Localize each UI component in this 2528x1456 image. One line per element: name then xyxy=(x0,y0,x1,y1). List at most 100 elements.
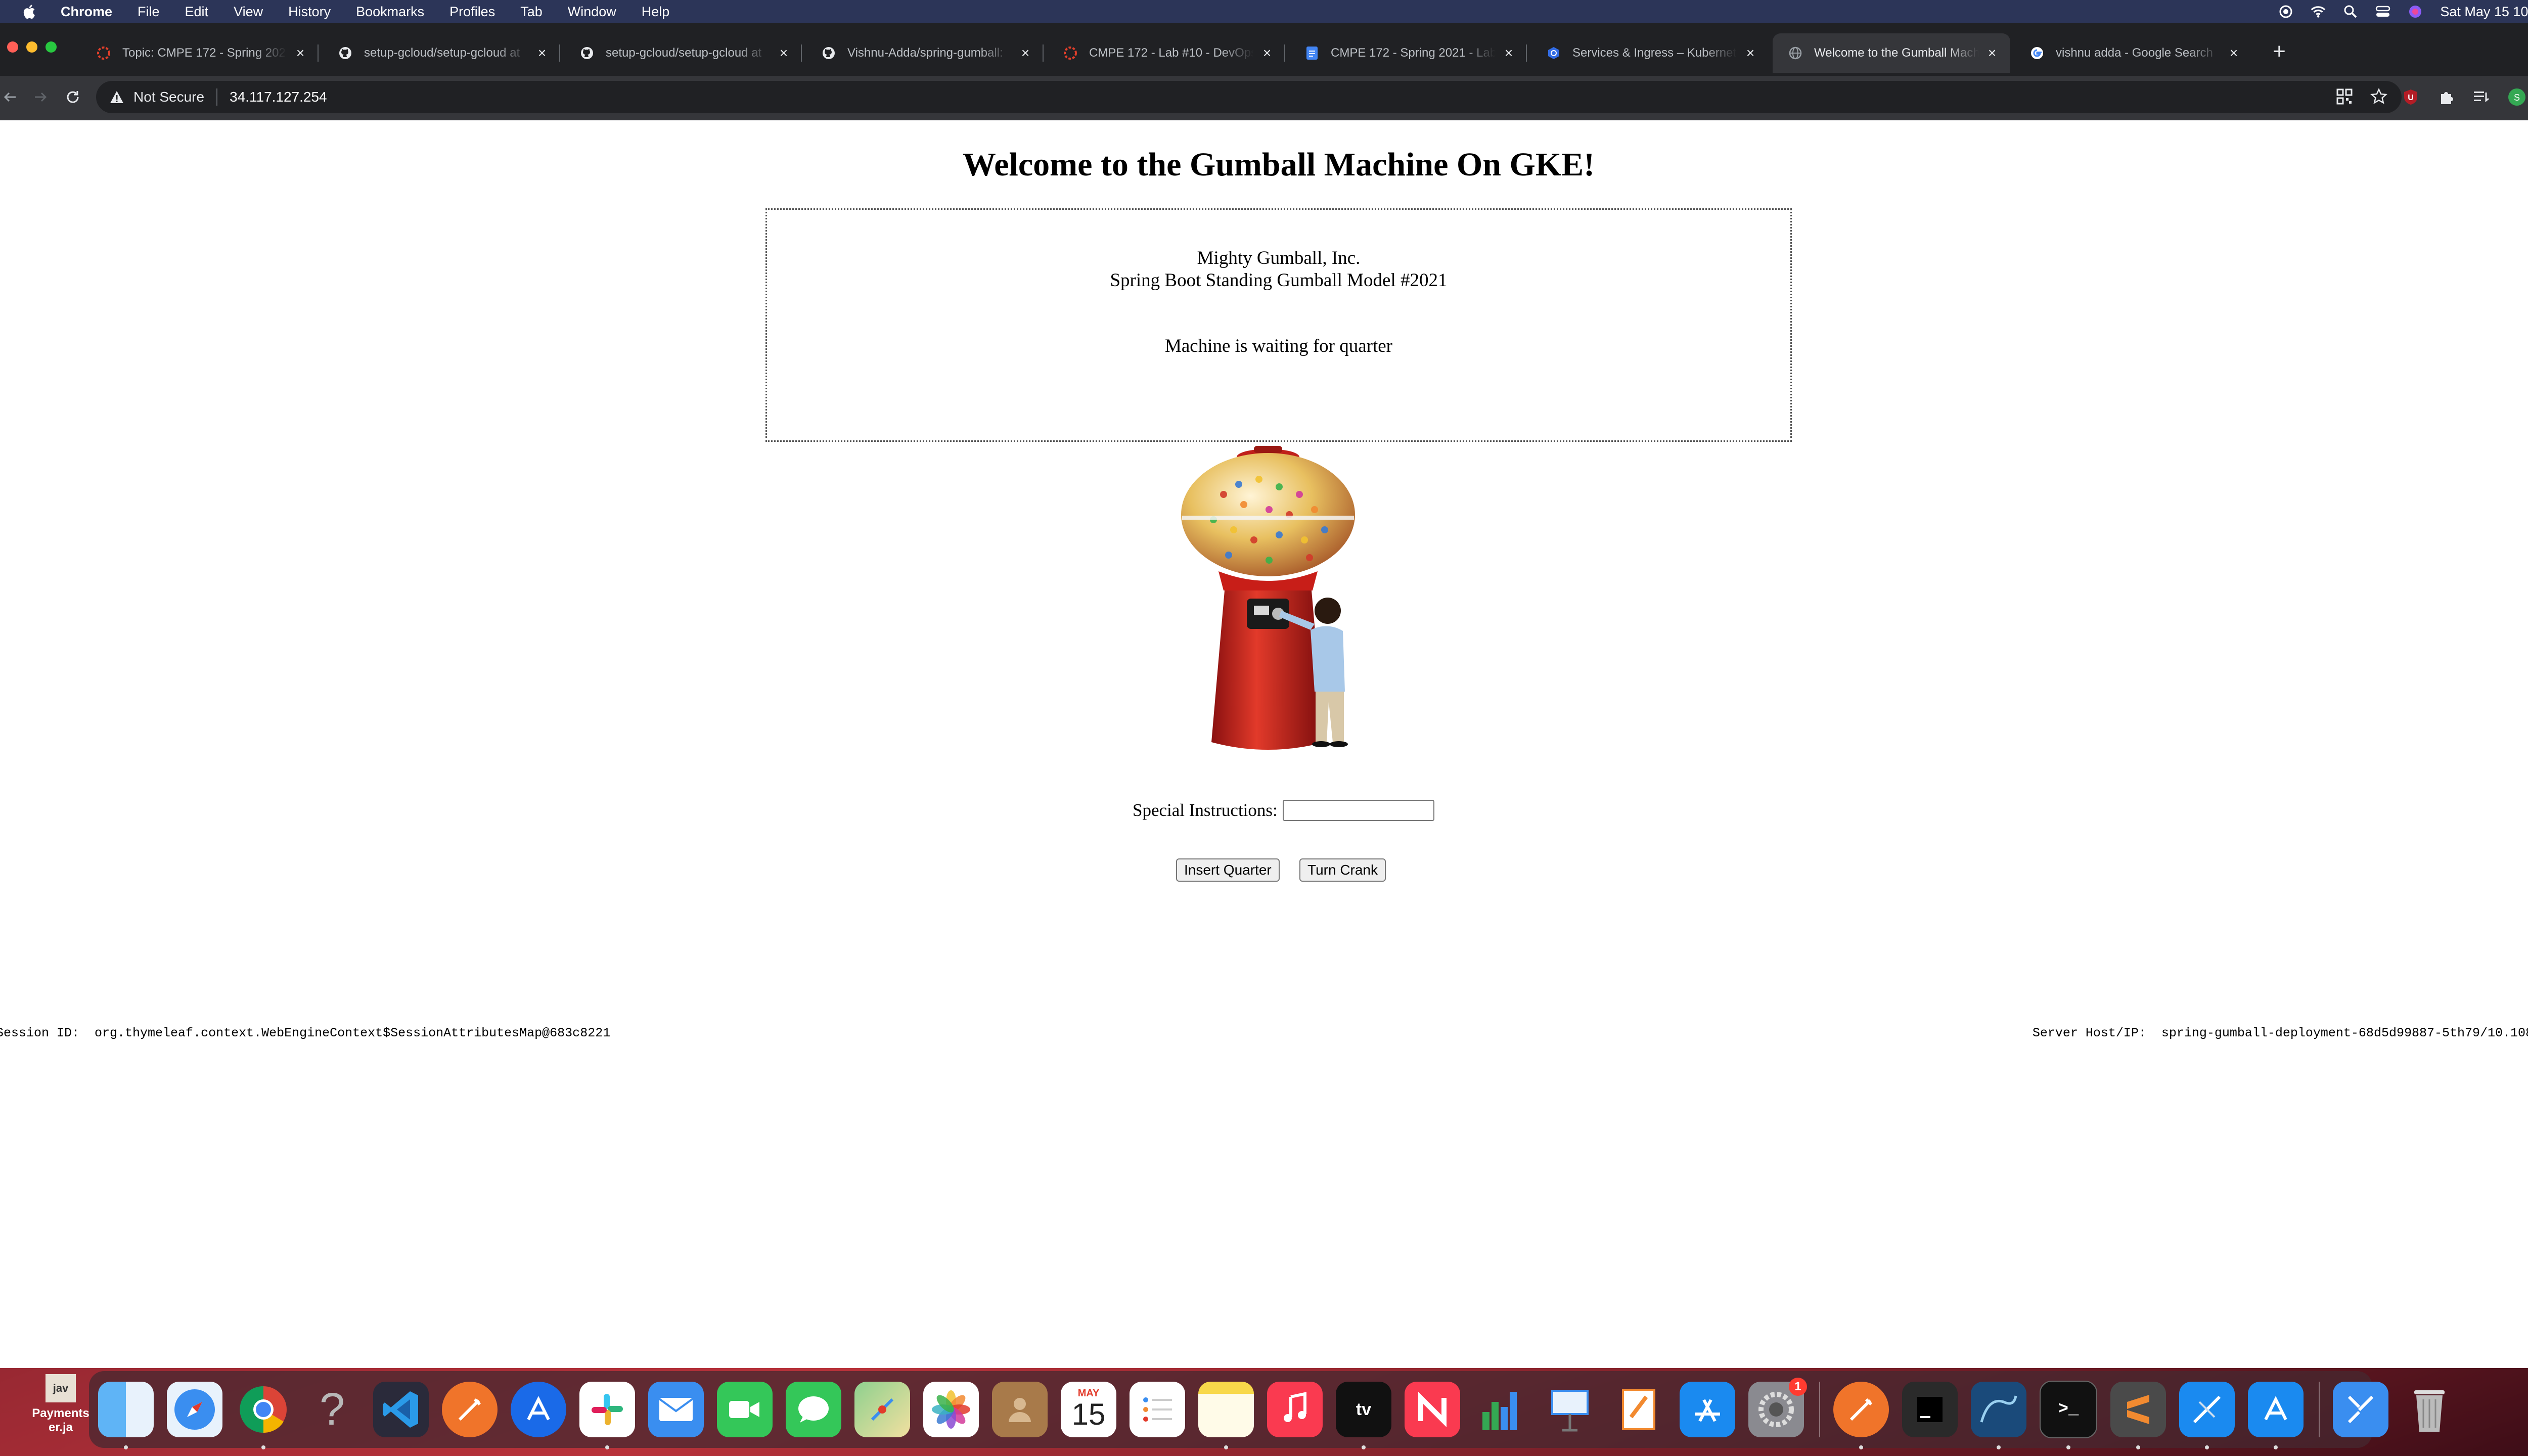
tab-github-setup-gcloud-2[interactable]: setup-gcloud/setup-gcloud at × xyxy=(564,33,802,73)
close-tab-icon[interactable]: × xyxy=(536,46,548,60)
control-center-icon[interactable] xyxy=(2375,4,2390,19)
help-question-icon[interactable]: ? xyxy=(304,1382,360,1437)
profile-avatar[interactable]: S xyxy=(2507,87,2527,107)
slack-icon[interactable] xyxy=(579,1382,635,1449)
tab-docs-lab[interactable]: CMPE 172 - Spring 2021 - Lab × xyxy=(1289,33,1527,73)
keynote-icon[interactable] xyxy=(1542,1382,1598,1437)
tab-kubernetes-services[interactable]: Services & Ingress – Kubernetes × xyxy=(1531,33,1769,73)
tab-title: Services & Ingress – Kubernetes xyxy=(1572,46,1737,60)
contacts-icon[interactable] xyxy=(992,1382,1048,1437)
apple-icon[interactable] xyxy=(20,3,39,20)
chrome-icon[interactable] xyxy=(236,1382,291,1449)
menu-tab[interactable]: Tab xyxy=(520,4,543,20)
browser-window: Topic: CMPE 172 - Spring 2021 × setup-gc… xyxy=(0,23,2528,1368)
screen-record-icon[interactable] xyxy=(2278,4,2293,19)
tab-google-search[interactable]: vishnu adda - Google Search × xyxy=(2014,33,2252,73)
svg-text:U: U xyxy=(2408,94,2414,102)
close-tab-icon[interactable]: × xyxy=(1986,46,1998,60)
calendar-icon[interactable]: MAY 15 xyxy=(1061,1382,1116,1437)
tab-canvas-topic[interactable]: Topic: CMPE 172 - Spring 2021 × xyxy=(81,33,319,73)
wifi-icon[interactable] xyxy=(2311,4,2326,19)
app-store-connect-icon[interactable] xyxy=(511,1382,566,1437)
safari-icon[interactable] xyxy=(167,1382,222,1437)
reminders-icon[interactable] xyxy=(1130,1382,1185,1437)
turn-crank-button[interactable]: Turn Crank xyxy=(1299,858,1386,882)
photos-icon[interactable] xyxy=(923,1382,979,1437)
menu-window[interactable]: Window xyxy=(568,4,616,20)
music-icon[interactable] xyxy=(1267,1382,1323,1437)
close-tab-icon[interactable]: × xyxy=(1261,46,1273,60)
vscode-icon[interactable] xyxy=(373,1382,429,1437)
insert-quarter-button[interactable]: Insert Quarter xyxy=(1176,858,1280,882)
downloads-folder-icon[interactable] xyxy=(2333,1382,2388,1437)
terminal-icon[interactable]: >_ xyxy=(2040,1381,2097,1449)
warning-triangle-icon[interactable] xyxy=(109,89,124,105)
special-instructions-input[interactable] xyxy=(1282,800,1434,821)
back-button[interactable] xyxy=(0,87,20,107)
close-tab-icon[interactable]: × xyxy=(2228,46,2240,60)
reload-button[interactable] xyxy=(63,87,83,107)
url-text[interactable]: 34.117.127.254 xyxy=(230,89,327,105)
minimize-window-button[interactable] xyxy=(26,41,37,53)
tab-gumball-machine[interactable]: Welcome to the Gumball Machine × xyxy=(1773,33,2010,73)
bookmark-star-icon[interactable] xyxy=(2370,88,2387,105)
menu-app-name[interactable]: Chrome xyxy=(61,4,112,20)
tab-canvas-lab10[interactable]: CMPE 172 - Lab #10 - DevOps × xyxy=(1048,33,1285,73)
special-instructions-label: Special Instructions: xyxy=(1133,800,1278,820)
siri-icon[interactable] xyxy=(2408,4,2423,19)
forward-button[interactable] xyxy=(30,87,51,107)
close-tab-icon[interactable]: × xyxy=(1019,46,1031,60)
app-store-icon[interactable] xyxy=(1680,1382,1735,1437)
tab-github-setup-gcloud-1[interactable]: setup-gcloud/setup-gcloud at × xyxy=(323,33,560,73)
tab-github-spring-gumball[interactable]: Vishnu-Adda/spring-gumball: × xyxy=(806,33,1044,73)
ublock-extension-icon[interactable]: U xyxy=(2401,87,2421,107)
menu-profiles[interactable]: Profiles xyxy=(449,4,495,20)
postman-icon-2[interactable] xyxy=(1833,1382,1889,1449)
intellij-icon[interactable] xyxy=(1902,1382,1958,1437)
close-window-button[interactable] xyxy=(7,41,18,53)
new-tab-button[interactable]: + xyxy=(2268,40,2290,64)
sublime-text-icon[interactable] xyxy=(2110,1382,2166,1449)
reading-list-icon[interactable] xyxy=(2471,87,2492,107)
gumball-machine-image xyxy=(1181,446,1355,750)
postman-icon[interactable] xyxy=(442,1382,498,1437)
extensions-puzzle-icon[interactable] xyxy=(2436,87,2456,107)
address-divider xyxy=(216,88,218,106)
qr-code-icon[interactable] xyxy=(2336,88,2353,105)
mysql-workbench-icon[interactable] xyxy=(1971,1382,2026,1449)
address-bar[interactable]: Not Secure 34.117.127.254 xyxy=(96,81,2402,113)
close-tab-icon[interactable]: × xyxy=(1503,46,1515,60)
menu-help[interactable]: Help xyxy=(642,4,670,20)
facetime-icon[interactable] xyxy=(717,1382,773,1437)
spotlight-search-icon[interactable] xyxy=(2343,4,2358,19)
pages-icon[interactable] xyxy=(1611,1382,1666,1437)
numbers-icon[interactable] xyxy=(1473,1382,1529,1437)
system-preferences-icon[interactable]: 1 xyxy=(1748,1378,1807,1437)
security-label[interactable]: Not Secure xyxy=(133,89,204,105)
dock-separator xyxy=(2319,1382,2320,1437)
menu-view[interactable]: View xyxy=(234,4,263,20)
tab-separator xyxy=(318,44,319,62)
fullscreen-window-button[interactable] xyxy=(46,41,57,53)
close-tab-icon[interactable]: × xyxy=(1744,46,1756,60)
maps-icon[interactable] xyxy=(854,1382,910,1437)
mail-icon[interactable] xyxy=(648,1382,704,1437)
menu-file[interactable]: File xyxy=(138,4,160,20)
desktop-file-icon[interactable]: jav Payments er.ja xyxy=(30,1374,91,1435)
menu-bar-clock[interactable]: Sat May 15 10:38 PM xyxy=(2440,4,2528,20)
simulator-icon[interactable] xyxy=(2248,1382,2304,1449)
company-name: Mighty Gumball, Inc. xyxy=(1197,248,1361,268)
news-icon[interactable] xyxy=(1405,1382,1460,1437)
close-tab-icon[interactable]: × xyxy=(778,46,790,60)
svg-text:S: S xyxy=(2514,93,2520,103)
menu-history[interactable]: History xyxy=(288,4,331,20)
close-tab-icon[interactable]: × xyxy=(294,46,306,60)
trash-icon[interactable] xyxy=(2402,1382,2457,1437)
xcode-icon[interactable] xyxy=(2179,1382,2235,1449)
menu-edit[interactable]: Edit xyxy=(185,4,209,20)
finder-icon[interactable] xyxy=(98,1382,154,1449)
menu-bookmarks[interactable]: Bookmarks xyxy=(356,4,424,20)
apple-tv-icon[interactable]: tv xyxy=(1336,1382,1391,1449)
messages-icon[interactable] xyxy=(786,1382,841,1437)
notes-icon[interactable] xyxy=(1198,1382,1254,1449)
